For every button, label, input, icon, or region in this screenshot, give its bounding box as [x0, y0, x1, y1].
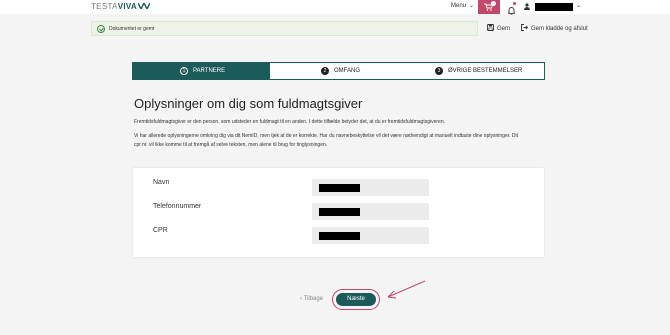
- page-title: Oplysninger om dig som fuldmagtsgiver: [134, 96, 363, 111]
- phone-field[interactable]: [312, 203, 429, 220]
- user-icon[interactable]: [524, 3, 530, 10]
- step-oevrige-bestemmelser[interactable]: 3 ØVRIGE BESTEMMELSER: [435, 63, 522, 79]
- step-partnere[interactable]: 1 PARTNERE: [133, 63, 270, 79]
- back-button[interactable]: ‹ Tilbage: [300, 296, 323, 302]
- next-button[interactable]: Næste: [336, 293, 376, 306]
- name-label: Navn: [153, 179, 170, 186]
- saved-message: Dokumentet er gemt: [109, 26, 155, 32]
- user-chevron-down-icon[interactable]: ⌄: [576, 2, 581, 9]
- notification-dot: [513, 2, 516, 5]
- save-draft-and-exit-label: Gem kladde og afslut: [531, 26, 588, 32]
- step-number: 1: [180, 67, 188, 75]
- logo-text-testa: TESTA: [91, 2, 118, 11]
- exit-icon: [521, 24, 529, 31]
- saved-notification: Dokumentet er gemt: [91, 21, 478, 36]
- chevron-left-icon: ‹: [300, 296, 302, 302]
- logo-text-viva: VIVA: [117, 2, 137, 11]
- menu-button[interactable]: Menu ⌄: [451, 2, 474, 9]
- save-icon: [487, 24, 494, 31]
- check-circle-icon: [97, 25, 105, 33]
- intro-paragraph: Fremtidsfuldmagtsgiver er den person, so…: [134, 119, 445, 125]
- redacted-value: [319, 208, 360, 216]
- info-paragraph: Vi har allerede oplysningerne omkring di…: [134, 133, 518, 148]
- step-label: PARTNERE: [193, 68, 226, 74]
- cpr-field[interactable]: [312, 227, 429, 244]
- logo-mark-icon: [137, 3, 150, 9]
- notifications-button[interactable]: [507, 2, 516, 20]
- menu-label: Menu: [451, 3, 467, 9]
- back-label: Tilbage: [303, 296, 324, 302]
- step-omfang[interactable]: 2 OMFANG: [321, 63, 360, 79]
- progress-stepper: 1 PARTNERE 2 OMFANG 3 ØVRIGE BESTEMMELSER: [132, 62, 545, 80]
- personal-info-form: Navn Telefonnummer CPR: [133, 168, 544, 257]
- phone-label: Telefonnummer: [153, 203, 202, 210]
- step-number: 2: [321, 67, 329, 75]
- redacted-value: [319, 232, 360, 240]
- testaviva-logo[interactable]: TESTAVIVA: [91, 2, 150, 11]
- redacted-value: [319, 184, 360, 192]
- save-label: Gem: [497, 26, 511, 32]
- step-label: ØVRIGE BESTEMMELSER: [448, 68, 523, 74]
- save-button[interactable]: Gem: [487, 24, 510, 32]
- cart-button[interactable]: [478, 0, 500, 14]
- cart-count-badge: [491, 1, 496, 6]
- step-label: OMFANG: [334, 68, 361, 74]
- cpr-label: CPR: [153, 227, 168, 234]
- save-draft-and-exit-button[interactable]: Gem kladde og afslut: [521, 24, 588, 32]
- annotation-arrow-icon: [387, 280, 426, 299]
- name-field[interactable]: [312, 179, 429, 196]
- user-name-redacted[interactable]: [535, 3, 573, 11]
- step-number: 3: [435, 67, 443, 75]
- top-bar: TESTAVIVA Menu ⌄ ⌄: [0, 0, 670, 15]
- chevron-down-icon: ⌄: [469, 3, 475, 9]
- bell-icon: [507, 7, 516, 15]
